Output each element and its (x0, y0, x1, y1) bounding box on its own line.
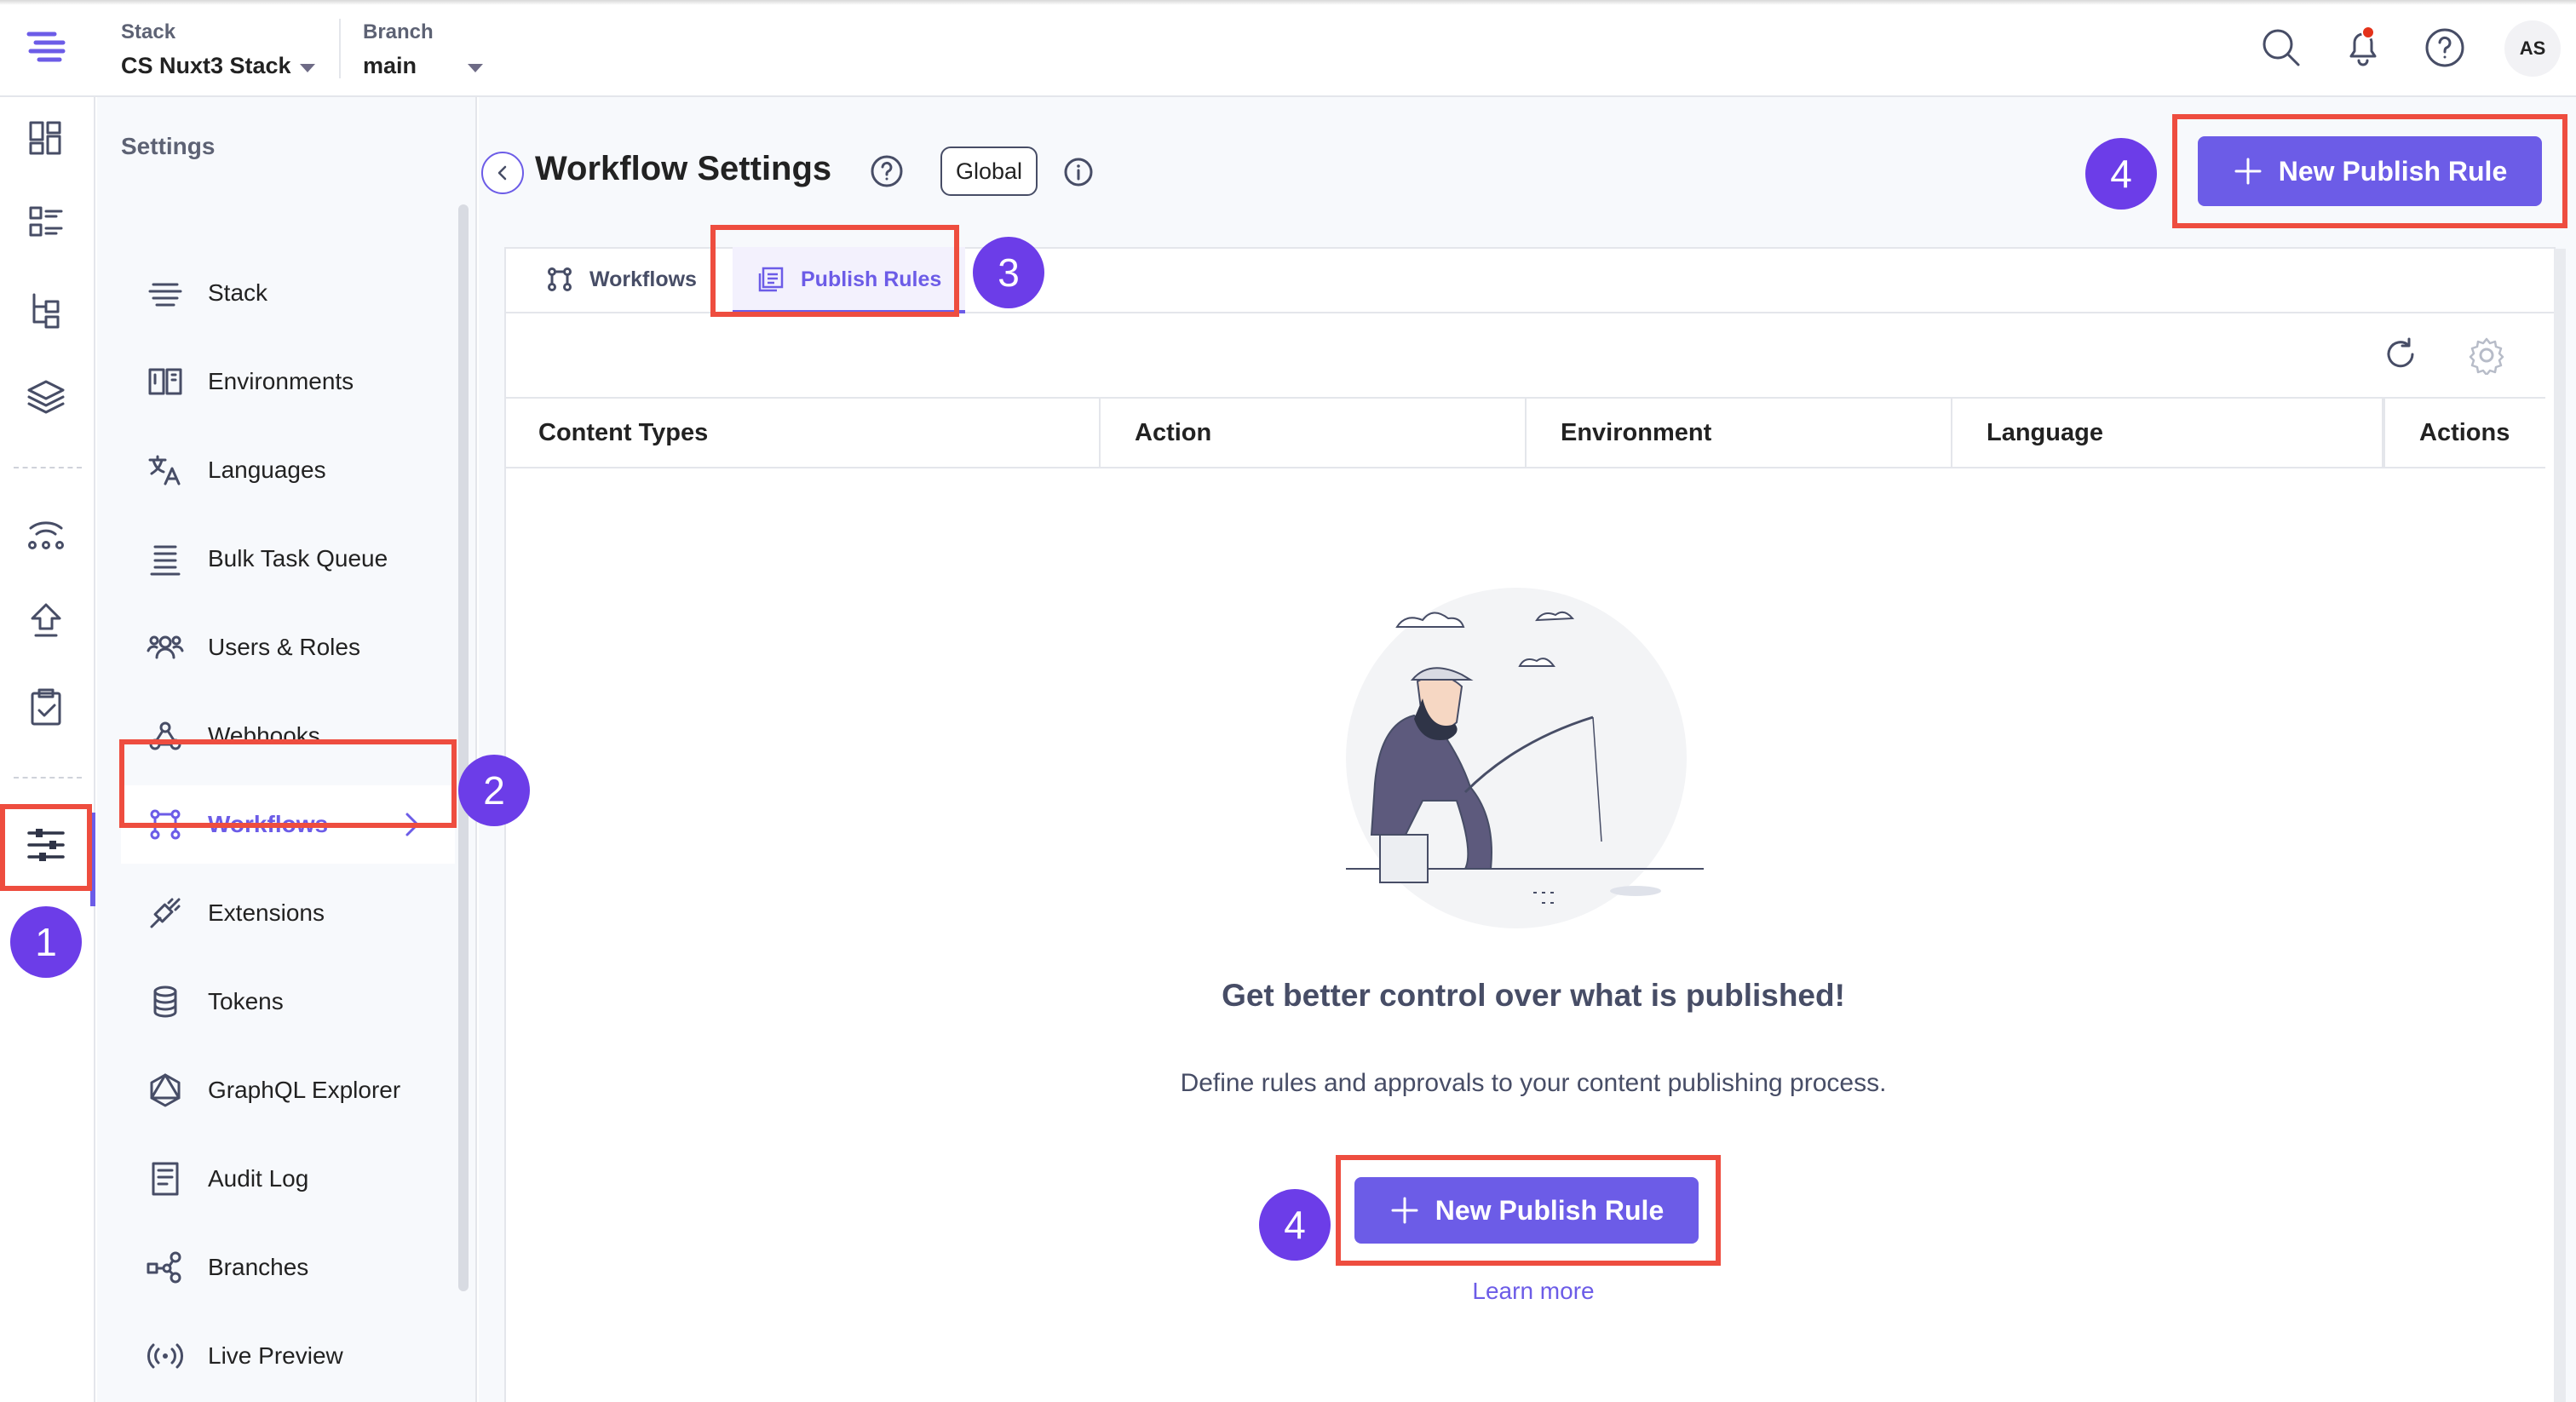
languages-icon (148, 455, 181, 486)
chevron-left-icon (497, 165, 507, 181)
step-badge-3: 3 (973, 237, 1044, 308)
refresh-icon[interactable] (2382, 336, 2421, 375)
empty-state-description: Define rules and approvals to your conte… (1180, 1069, 1887, 1097)
user-avatar[interactable]: AS (2504, 20, 2561, 77)
nav-item-label: Stack (208, 279, 268, 306)
chevron-down-icon (299, 63, 315, 72)
nav-item-users-roles[interactable]: Users & Roles (121, 608, 455, 687)
column-header-content-types[interactable]: Content Types (504, 399, 1101, 467)
stack-name: CS Nuxt3 Stack (121, 53, 291, 78)
step-badge-4-bottom: 4 (1259, 1189, 1331, 1261)
notification-dot (2361, 26, 2375, 39)
tasks-icon[interactable] (24, 685, 68, 729)
nav-item-label: Environments (208, 368, 354, 394)
stack-icon (148, 283, 182, 307)
nav-item-label: Users & Roles (208, 634, 360, 660)
branch-name: main (363, 53, 417, 78)
stack-selector[interactable]: Stack CS Nuxt3 Stack (121, 20, 315, 79)
nav-item-bulk-task-queue[interactable]: Bulk Task Queue (121, 520, 455, 598)
top-header: Stack CS Nuxt3 Stack Branch main AS (0, 0, 2576, 97)
column-header-action[interactable]: Action (1101, 399, 1527, 467)
stack-label: Stack (121, 20, 176, 43)
settings-title: Settings (121, 133, 216, 159)
nav-item-label: Bulk Task Queue (208, 545, 388, 572)
bulk-task-queue-icon (150, 545, 181, 576)
nav-item-stack[interactable]: Stack (121, 254, 455, 332)
step-badge-2: 2 (458, 755, 530, 826)
nav-item-label: Live Preview (208, 1342, 343, 1369)
fisherman-illustration (1346, 588, 1704, 928)
nav-item-live-preview[interactable]: Live Preview (121, 1317, 455, 1395)
callout-publish-rules-tab (710, 225, 959, 317)
nav-item-label: Extensions (208, 899, 325, 926)
nav-item-graphql-explorer[interactable]: GraphQL Explorer (121, 1051, 455, 1129)
callout-new-publish-rule-top (2172, 114, 2567, 228)
collapse-sidebar-button[interactable] (481, 152, 524, 194)
nav-item-label: Audit Log (208, 1165, 309, 1192)
callout-workflows (119, 739, 457, 828)
header-divider (339, 19, 341, 78)
nav-item-label: Tokens (208, 988, 284, 1014)
page-title: Workflow Settings (535, 150, 832, 187)
column-header-language[interactable]: Language (1952, 399, 2383, 467)
table-header: Content Types Action Environment Languag… (504, 397, 2545, 468)
extensions-icon (150, 898, 181, 928)
content-models-icon[interactable] (24, 288, 68, 332)
column-header-actions: Actions (2383, 399, 2545, 467)
step-badge-4-top: 4 (2085, 138, 2157, 210)
nav-item-label: GraphQL Explorer (208, 1077, 401, 1103)
empty-state-title: Get better control over what is publishe… (1222, 978, 1845, 1013)
step-badge-1: 1 (10, 906, 82, 978)
contentstack-logo[interactable] (24, 27, 72, 68)
sidebar-scrollbar[interactable] (458, 204, 469, 1291)
nav-item-environments[interactable]: Environments (121, 342, 455, 421)
info-icon[interactable] (1063, 157, 1094, 187)
dashboard-icon[interactable] (24, 116, 68, 160)
audit-log-icon (152, 1162, 179, 1196)
learn-more-link[interactable]: Learn more (1363, 1278, 1704, 1305)
rail-divider (14, 467, 82, 468)
nav-item-extensions[interactable]: Extensions (121, 874, 455, 952)
workflows-icon (548, 267, 572, 291)
rail-divider (14, 777, 82, 779)
nav-item-branches[interactable]: Branches (121, 1228, 455, 1307)
nav-item-label: Languages (208, 457, 326, 483)
publish-queue-icon[interactable] (24, 598, 68, 642)
nav-item-languages[interactable]: Languages (121, 431, 455, 509)
deployments-icon[interactable] (24, 511, 68, 555)
help-icon[interactable] (2423, 26, 2467, 70)
entries-icon[interactable] (24, 201, 68, 245)
gear-icon[interactable] (2467, 336, 2506, 375)
users-roles-icon (147, 635, 184, 659)
tab-workflows[interactable]: Workflows (530, 247, 712, 312)
graphql-icon (150, 1073, 181, 1107)
branch-selector[interactable]: Branch main (363, 20, 484, 79)
branches-icon (147, 1251, 181, 1284)
tokens-icon (153, 985, 177, 1018)
live-preview-icon (147, 1343, 183, 1369)
panel-scrollbar[interactable] (2554, 249, 2566, 1402)
callout-new-publish-rule-empty (1336, 1155, 1721, 1266)
nav-item-audit-log[interactable]: Audit Log (121, 1140, 455, 1218)
help-icon[interactable] (869, 153, 905, 189)
chevron-down-icon (468, 63, 484, 72)
search-icon[interactable] (2259, 26, 2303, 70)
callout-settings (0, 804, 92, 891)
app-rail (0, 97, 95, 1402)
assets-icon[interactable] (24, 375, 68, 419)
column-header-environment[interactable]: Environment (1527, 399, 1952, 467)
global-scope-button[interactable]: Global (940, 147, 1038, 196)
tab-label: Workflows (589, 267, 697, 291)
branch-label: Branch (363, 20, 434, 43)
environments-icon (148, 368, 182, 395)
nav-item-label: Branches (208, 1254, 309, 1280)
nav-item-tokens[interactable]: Tokens (121, 962, 455, 1041)
